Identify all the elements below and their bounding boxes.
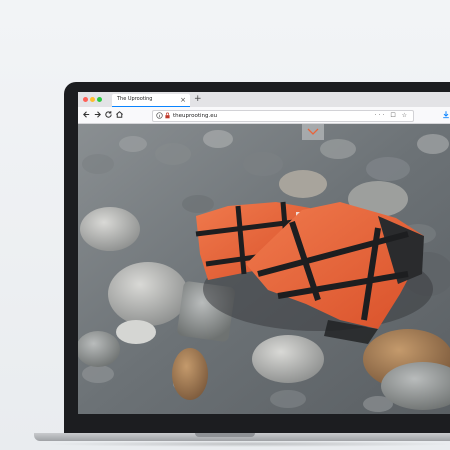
address-bar[interactable]: theuprooting.eu ··· ☐ ☆: [152, 110, 414, 122]
tab-title: The Uprooting: [117, 96, 153, 102]
new-tab-button[interactable]: +: [194, 93, 202, 105]
life-vests-on-stones-image: [78, 124, 450, 414]
browser-tab-bar: The Uprooting × +: [78, 92, 450, 107]
window-minimize-button[interactable]: [90, 97, 95, 102]
browser-tab-active[interactable]: The Uprooting ×: [112, 94, 190, 107]
laptop-base-notch: [195, 433, 255, 437]
reload-icon[interactable]: [104, 110, 113, 122]
forward-arrow-icon[interactable]: [93, 110, 102, 122]
back-arrow-icon[interactable]: [82, 110, 91, 122]
window-maximize-button[interactable]: [97, 97, 102, 102]
url-text: theuprooting.eu: [173, 113, 218, 119]
laptop-screen: The Uprooting × + theuprooting.eu ··· ☐ …: [78, 92, 450, 414]
page-actions[interactable]: ··· ☐ ☆: [375, 111, 409, 121]
hero-photo: [78, 124, 450, 414]
window-close-button[interactable]: [83, 97, 88, 102]
lock-icon: [164, 111, 171, 121]
home-icon[interactable]: [115, 110, 124, 122]
browser-toolbar: theuprooting.eu ··· ☐ ☆: [78, 107, 450, 124]
laptop-shadow: [40, 441, 450, 447]
chevron-down-icon: [307, 128, 319, 135]
download-icon[interactable]: [442, 110, 450, 122]
info-icon[interactable]: [156, 111, 163, 121]
laptop-mockup-scene: The Uprooting × + theuprooting.eu ··· ☐ …: [0, 0, 450, 450]
tab-close-icon[interactable]: ×: [180, 95, 186, 105]
scroll-down-button[interactable]: [302, 124, 324, 140]
